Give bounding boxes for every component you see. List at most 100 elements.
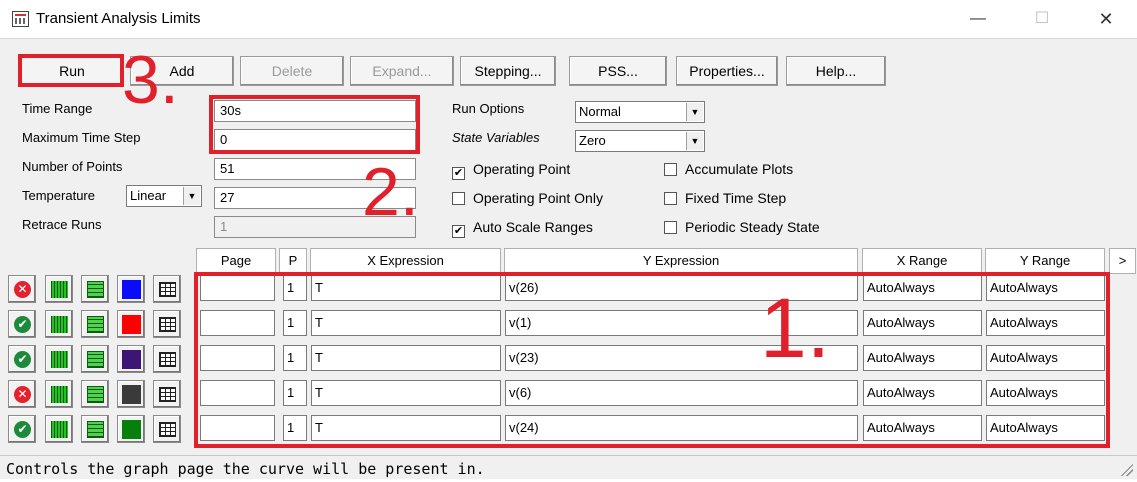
column-header-y-range[interactable]: Y Range	[985, 248, 1105, 274]
scroll-columns-button[interactable]: >	[1109, 248, 1136, 274]
status-toggle-button[interactable]: ✔	[8, 415, 36, 443]
p-cell[interactable]: 1	[283, 275, 307, 301]
color-swatch	[122, 280, 141, 299]
page-cell[interactable]	[200, 345, 275, 371]
column-header-y-expression[interactable]: Y Expression	[504, 248, 858, 274]
y-expression-cell[interactable]: v(24)	[505, 415, 858, 441]
y-range-cell[interactable]: AutoAlways	[986, 415, 1105, 441]
p-cell[interactable]: 1	[283, 310, 307, 336]
page-cell[interactable]	[200, 380, 275, 406]
operating-point-checkbox[interactable]: ✔ Operating Point	[452, 161, 570, 180]
check-icon: ✔	[452, 225, 465, 238]
help-button[interactable]: Help...	[786, 56, 886, 86]
run-button[interactable]: Run	[20, 56, 124, 86]
curve-color-button[interactable]	[117, 345, 145, 373]
time-range-field[interactable]: 30s	[214, 100, 416, 122]
numeric-output-button[interactable]	[153, 380, 181, 408]
line-style-button[interactable]	[81, 415, 109, 443]
numeric-output-button[interactable]	[153, 415, 181, 443]
curve-color-button[interactable]	[117, 380, 145, 408]
graph-style-button[interactable]	[45, 275, 73, 303]
line-style-button[interactable]	[81, 310, 109, 338]
numeric-output-button[interactable]	[153, 275, 181, 303]
column-header-x-expression[interactable]: X Expression	[310, 248, 501, 274]
column-header-x-range[interactable]: X Range	[862, 248, 982, 274]
time-range-label: Time Range	[22, 101, 93, 116]
temperature-mode-select[interactable]: Linear ▼	[126, 185, 202, 207]
graph-style-button[interactable]	[45, 415, 73, 443]
close-button[interactable]: ✕	[1086, 6, 1126, 32]
y-range-cell[interactable]: AutoAlways	[986, 275, 1105, 301]
page-cell[interactable]	[200, 310, 275, 336]
graph-style-button[interactable]	[45, 380, 73, 408]
max-time-step-field[interactable]: 0	[214, 129, 416, 151]
line-style-button[interactable]	[81, 345, 109, 373]
x-range-cell[interactable]: AutoAlways	[863, 345, 982, 371]
temperature-mode-value: Linear	[130, 188, 167, 203]
accumulate-plots-checkbox[interactable]: Accumulate Plots	[664, 161, 793, 177]
state-variables-label: State Variables	[452, 130, 540, 145]
status-toggle-button[interactable]: ✔	[8, 345, 36, 373]
resize-grip[interactable]	[1121, 464, 1133, 476]
y-range-cell[interactable]: AutoAlways	[986, 380, 1105, 406]
maximize-button[interactable]: ☐	[1022, 6, 1062, 32]
x-range-cell[interactable]: AutoAlways	[863, 275, 982, 301]
p-cell[interactable]: 1	[283, 380, 307, 406]
x-expression-cell[interactable]: T	[311, 415, 501, 441]
periodic-steady-state-checkbox[interactable]: Periodic Steady State	[664, 219, 820, 235]
table-icon	[159, 317, 176, 332]
status-toggle-button[interactable]: ✕	[8, 380, 36, 408]
operating-point-only-checkbox[interactable]: Operating Point Only	[452, 190, 603, 206]
check-circle-icon: ✔	[14, 421, 31, 438]
curve-color-button[interactable]	[117, 415, 145, 443]
x-expression-cell[interactable]: T	[311, 380, 501, 406]
curve-color-button[interactable]	[117, 310, 145, 338]
graph-style-button[interactable]	[45, 310, 73, 338]
expand-button[interactable]: Expand...	[350, 56, 454, 86]
line-style-button[interactable]	[81, 380, 109, 408]
x-range-cell[interactable]: AutoAlways	[863, 380, 982, 406]
curve-color-button[interactable]	[117, 275, 145, 303]
p-cell[interactable]: 1	[283, 415, 307, 441]
y-range-cell[interactable]: AutoAlways	[986, 310, 1105, 336]
x-expression-cell[interactable]: T	[311, 310, 501, 336]
lines-icon	[87, 316, 104, 333]
x-range-cell[interactable]: AutoAlways	[863, 310, 982, 336]
x-expression-cell[interactable]: T	[311, 275, 501, 301]
x-expression-cell[interactable]: T	[311, 345, 501, 371]
numeric-output-button[interactable]	[153, 345, 181, 373]
y-expression-cell[interactable]: v(6)	[505, 380, 858, 406]
graph-style-button[interactable]	[45, 345, 73, 373]
x-circle-icon: ✕	[14, 281, 31, 298]
auto-scale-ranges-checkbox[interactable]: ✔ Auto Scale Ranges	[452, 219, 593, 238]
state-variables-select[interactable]: Zero ▼	[575, 130, 705, 152]
stepping-button[interactable]: Stepping...	[460, 56, 556, 86]
lines-icon	[87, 351, 104, 368]
properties-button[interactable]: Properties...	[676, 56, 778, 86]
pss-button[interactable]: PSS...	[569, 56, 667, 86]
column-header-p[interactable]: P	[279, 248, 307, 274]
p-cell[interactable]: 1	[283, 345, 307, 371]
status-toggle-button[interactable]: ✔	[8, 310, 36, 338]
x-range-cell[interactable]: AutoAlways	[863, 415, 982, 441]
app-icon	[12, 11, 29, 27]
table-icon	[159, 387, 176, 402]
status-toggle-button[interactable]: ✕	[8, 275, 36, 303]
delete-button[interactable]: Delete	[240, 56, 344, 86]
check-icon: ✔	[452, 167, 465, 180]
line-style-button[interactable]	[81, 275, 109, 303]
page-cell[interactable]	[200, 415, 275, 441]
run-options-select[interactable]: Normal ▼	[575, 101, 705, 123]
numeric-output-button[interactable]	[153, 310, 181, 338]
y-range-cell[interactable]: AutoAlways	[986, 345, 1105, 371]
state-variables-value: Zero	[579, 133, 606, 148]
color-swatch	[122, 420, 141, 439]
minimize-button[interactable]: —	[958, 6, 998, 32]
column-header-page[interactable]: Page	[196, 248, 276, 274]
num-points-label: Number of Points	[22, 159, 123, 174]
page-cell[interactable]	[200, 275, 275, 301]
fixed-time-step-checkbox[interactable]: Fixed Time Step	[664, 190, 786, 206]
color-swatch	[122, 315, 141, 334]
annotation-number-1: 1.	[760, 281, 831, 375]
bar-graph-icon	[51, 386, 68, 403]
